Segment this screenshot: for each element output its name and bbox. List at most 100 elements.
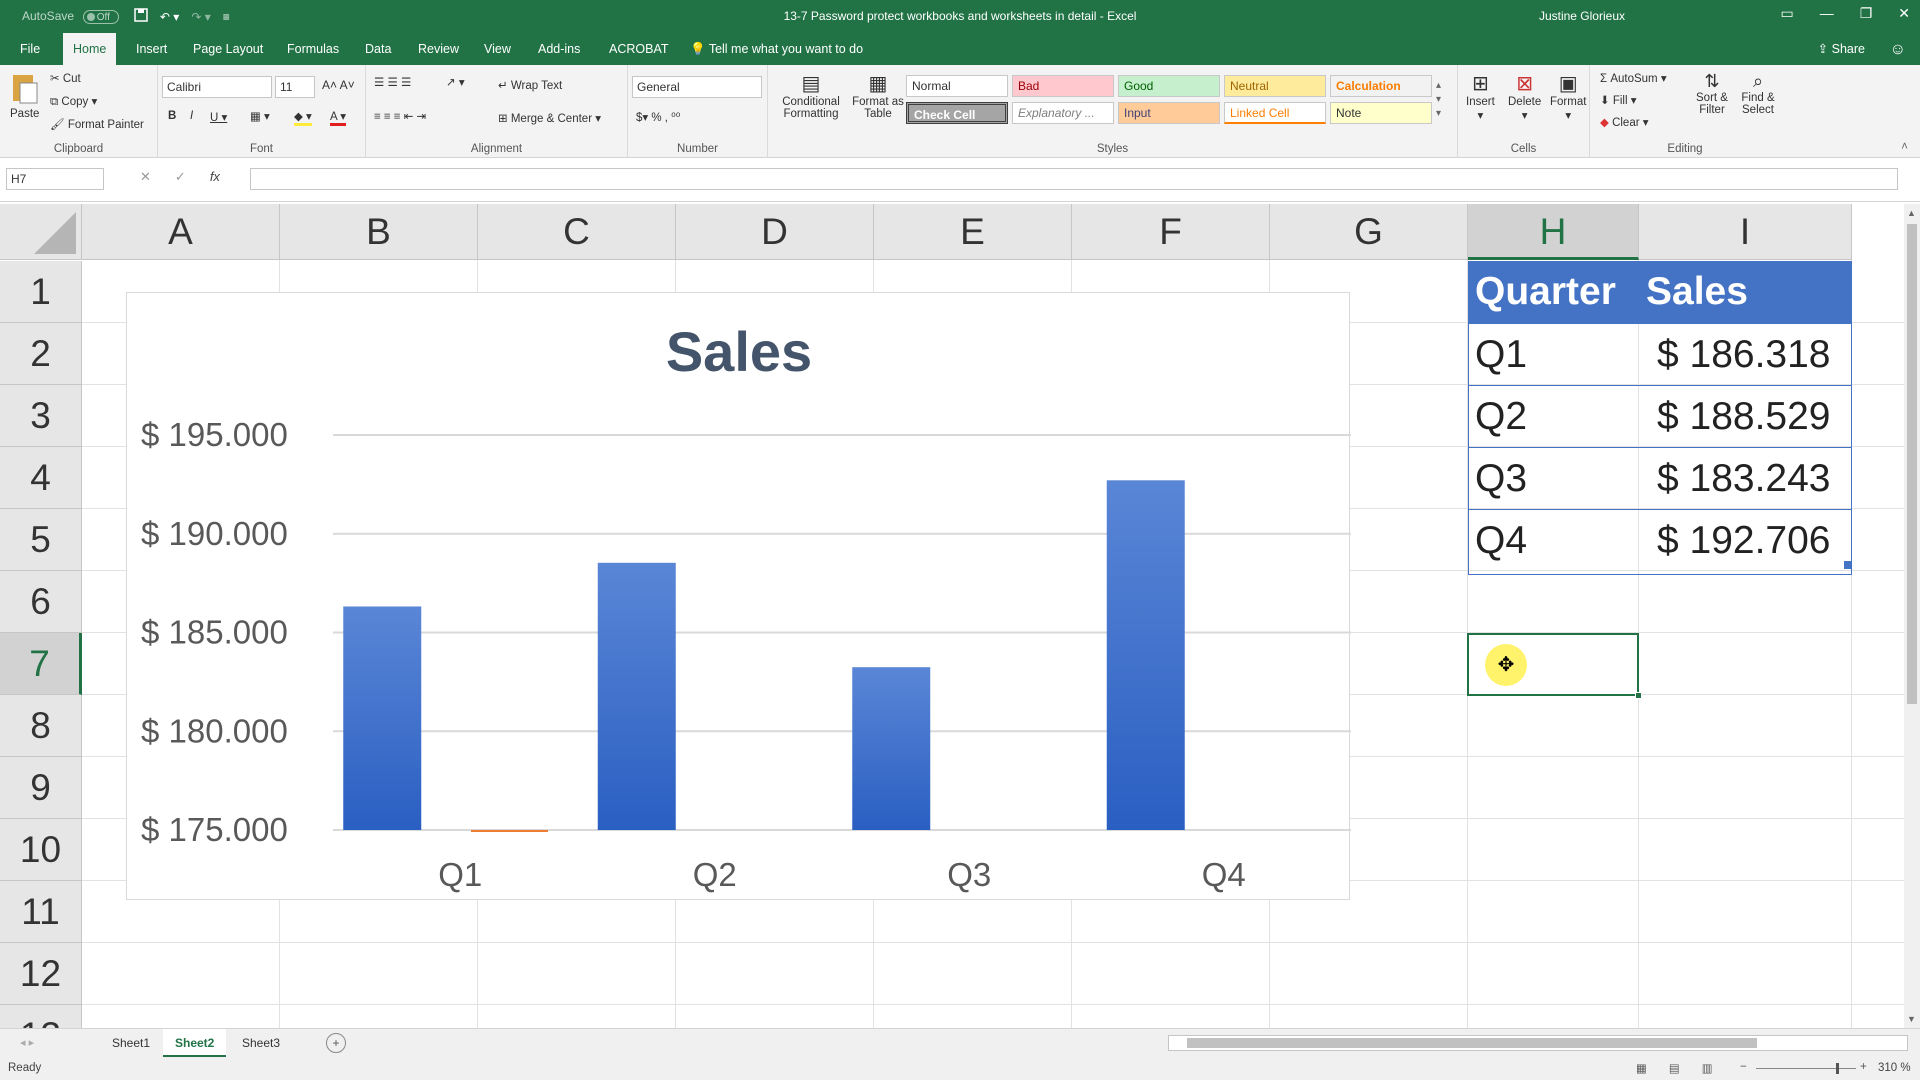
sales-chart[interactable]: Sales $ 175.000 $ 180.000 $ 185.000 $ 190.00…: [126, 292, 1351, 900]
style-note[interactable]: Note: [1330, 102, 1432, 124]
add-sheet-icon[interactable]: +: [326, 1033, 346, 1053]
sheet-tab-3[interactable]: Sheet3: [230, 1029, 292, 1057]
sheet-tab-2[interactable]: Sheet2: [163, 1029, 227, 1057]
format-cells-button[interactable]: ▣ Format ▾: [1550, 71, 1586, 122]
vertical-scrollbar[interactable]: ▲ ▼: [1904, 204, 1920, 1028]
table-cell-sales[interactable]: $ 192.706: [1639, 509, 1852, 571]
fill-button[interactable]: ⬇ Fill ▾: [1600, 93, 1637, 107]
minimize-icon[interactable]: —: [1820, 5, 1834, 22]
scroll-up-icon[interactable]: ▲: [1907, 208, 1916, 218]
tab-formulas[interactable]: Formulas: [277, 33, 349, 65]
column-header-b[interactable]: B: [280, 204, 478, 260]
fill-color-icon[interactable]: ◆ ▾: [294, 109, 312, 126]
tab-home[interactable]: Home: [63, 33, 117, 67]
row-header-9[interactable]: 9: [0, 757, 82, 819]
tab-acrobat[interactable]: ACROBAT: [599, 33, 679, 65]
row-header-12[interactable]: 12: [0, 943, 82, 1005]
cancel-icon[interactable]: ✕: [140, 169, 151, 185]
selected-cell[interactable]: ✥: [1467, 633, 1642, 699]
italic-button[interactable]: I: [190, 110, 193, 122]
find-select-button[interactable]: ⌕ Find & Select: [1736, 71, 1780, 116]
zoom-slider-thumb[interactable]: [1836, 1063, 1839, 1074]
borders-icon[interactable]: ▦ ▾: [250, 109, 270, 123]
bold-button[interactable]: B: [168, 110, 176, 122]
table-cell-quarter[interactable]: Q2: [1468, 385, 1639, 447]
row-header-13[interactable]: 13: [0, 1005, 82, 1028]
zoom-slider[interactable]: [1756, 1063, 1856, 1074]
font-size-select[interactable]: 11: [275, 76, 315, 98]
style-explanatory[interactable]: Explanatory ...: [1012, 102, 1114, 124]
name-box[interactable]: H7: [6, 168, 104, 190]
table-cell-quarter[interactable]: Q3: [1468, 447, 1639, 509]
font-name-select[interactable]: Calibri: [162, 76, 272, 98]
scroll-thumb[interactable]: [1907, 224, 1917, 704]
column-header-i[interactable]: I: [1639, 204, 1852, 260]
number-format-select[interactable]: General: [632, 76, 762, 98]
table-cell-sales[interactable]: $ 188.529: [1639, 385, 1852, 447]
style-input[interactable]: Input: [1118, 102, 1220, 124]
cut-button[interactable]: ✂ Cut: [50, 71, 81, 85]
row-header-5[interactable]: 5: [0, 509, 82, 571]
currency-percent-icons[interactable]: $▾ % , ⁰⁰: [636, 110, 680, 124]
sheet-nav-icons[interactable]: ◂ ▸: [20, 1036, 34, 1049]
column-header-g[interactable]: G: [1270, 204, 1468, 260]
sort-filter-button[interactable]: ⇅ Sort & Filter: [1690, 71, 1734, 116]
restore-icon[interactable]: ❐: [1860, 5, 1873, 22]
copy-button[interactable]: ⧉ Copy ▾: [50, 94, 97, 109]
tab-insert[interactable]: Insert: [126, 33, 177, 65]
zoom-level[interactable]: 310 %: [1878, 1062, 1911, 1074]
horizontal-scrollbar[interactable]: [1168, 1035, 1908, 1051]
table-cell-sales[interactable]: $ 186.318: [1639, 323, 1852, 385]
select-all-corner[interactable]: [0, 204, 82, 260]
worksheet-grid[interactable]: ABCDEFGHI 12345678910111213 Quarter Sale…: [0, 204, 1904, 1028]
tab-file[interactable]: File: [10, 33, 50, 65]
clear-button[interactable]: ◆ Clear ▾: [1600, 115, 1649, 129]
row-header-6[interactable]: 6: [0, 571, 82, 633]
page-break-view-icon[interactable]: ▥: [1702, 1061, 1713, 1075]
autosum-button[interactable]: Σ AutoSum ▾: [1600, 71, 1667, 85]
row-header-10[interactable]: 10: [0, 819, 82, 881]
underline-button[interactable]: U ▾: [210, 110, 227, 124]
format-as-table-button[interactable]: ▦ Format as Table: [850, 71, 906, 120]
column-header-d[interactable]: D: [676, 204, 874, 260]
font-grow-shrink[interactable]: A˄ A˅: [322, 78, 355, 92]
row-header-11[interactable]: 11: [0, 881, 82, 943]
fill-handle[interactable]: [1635, 692, 1642, 699]
delete-cells-button[interactable]: ⊠ Delete ▾: [1508, 71, 1541, 122]
tab-page-layout[interactable]: Page Layout: [183, 33, 273, 65]
style-normal[interactable]: Normal: [906, 75, 1008, 97]
insert-function-icon[interactable]: fx: [210, 169, 220, 185]
tab-add-ins[interactable]: Add-ins: [528, 33, 590, 65]
table-cell-quarter[interactable]: Q1: [1468, 323, 1639, 385]
formula-input[interactable]: [250, 168, 1898, 190]
row-header-8[interactable]: 8: [0, 695, 82, 757]
table-resize-handle[interactable]: [1844, 561, 1852, 569]
merge-center-button[interactable]: ⊞ Merge & Center ▾: [498, 111, 601, 125]
zoom-out-icon[interactable]: −: [1740, 1061, 1747, 1073]
scroll-down-icon[interactable]: ▼: [1907, 1014, 1916, 1024]
user-name[interactable]: Justine Glorieux: [1539, 9, 1625, 23]
collapse-ribbon-icon[interactable]: ˄: [1901, 141, 1908, 153]
orientation-icon[interactable]: ↗ ▾: [446, 75, 465, 89]
wrap-text-button[interactable]: ↵ Wrap Text: [498, 78, 562, 92]
row-header-3[interactable]: 3: [0, 385, 82, 447]
tab-data[interactable]: Data: [355, 33, 401, 65]
vertical-align-icons[interactable]: ☰ ☰ ☰: [374, 75, 411, 89]
column-header-e[interactable]: E: [874, 204, 1072, 260]
zoom-in-icon[interactable]: +: [1860, 1061, 1867, 1073]
h-scroll-thumb[interactable]: [1187, 1038, 1757, 1048]
table-cell-sales[interactable]: $ 183.243: [1639, 447, 1852, 509]
table-cell-quarter[interactable]: Q4: [1468, 509, 1639, 571]
page-layout-view-icon[interactable]: ▤: [1669, 1061, 1680, 1075]
paste-button[interactable]: Paste: [10, 71, 39, 120]
style-good[interactable]: Good: [1118, 75, 1220, 97]
conditional-formatting-button[interactable]: ▤ Conditional Formatting: [776, 71, 846, 120]
column-header-a[interactable]: A: [82, 204, 280, 260]
styles-scroll-icon[interactable]: ▴ ▾ ▾: [1436, 79, 1441, 121]
style-bad[interactable]: Bad: [1012, 75, 1114, 97]
column-header-h[interactable]: H: [1468, 204, 1639, 260]
tab-review[interactable]: Review: [408, 33, 469, 65]
font-color-icon[interactable]: A ▾: [330, 109, 347, 126]
style-neutral[interactable]: Neutral: [1224, 75, 1326, 97]
style-linked-cell[interactable]: Linked Cell: [1224, 102, 1326, 124]
